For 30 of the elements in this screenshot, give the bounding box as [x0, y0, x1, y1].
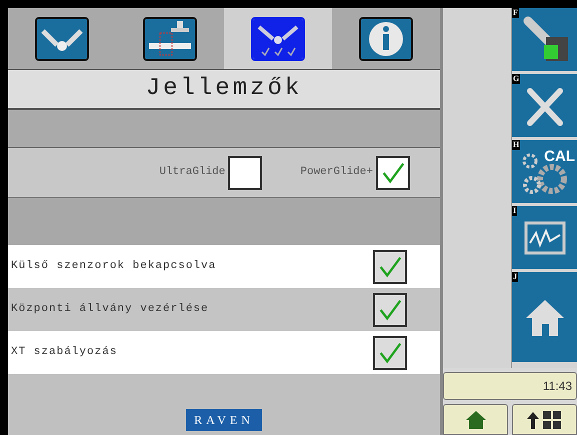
softkey-button[interactable]: F [512, 8, 577, 71]
checkbox[interactable] [228, 156, 262, 190]
key-letter: G [512, 74, 520, 84]
brand-logo: RAVEN [186, 409, 262, 431]
softkey-button[interactable]: I [512, 206, 577, 269]
softkey-button[interactable]: J [512, 272, 577, 362]
softkey-button[interactable]: G [512, 74, 577, 137]
checkbox[interactable] [373, 250, 407, 284]
boom-checkmarks-icon [251, 16, 305, 60]
sprayer-boom-icon [143, 16, 197, 60]
bottom-button[interactable] [512, 404, 577, 435]
key-letter: H [512, 140, 520, 150]
feature-label: Központi állvány vezérlése [11, 302, 209, 318]
softkey-text: CAL [544, 147, 575, 167]
feature-label: Külső szenzorok bekapcsolva [11, 259, 216, 274]
boom-icon [35, 16, 89, 60]
option-label: UltraGlide [159, 165, 226, 180]
option-label: PowerGlide+ [300, 165, 373, 180]
softkey-button[interactable]: CAL H [512, 140, 577, 203]
checkbox[interactable] [376, 156, 410, 190]
checkbox[interactable] [373, 292, 407, 326]
key-letter: J [512, 272, 518, 282]
house-icon [464, 410, 486, 430]
key-letter: I [512, 206, 518, 216]
feature-label: XT szabályozás [11, 345, 118, 360]
checkbox[interactable] [373, 336, 407, 370]
key-letter: F [512, 8, 519, 18]
page-title: Jellemzők [146, 74, 302, 104]
clock-display: 11:43 [443, 372, 577, 400]
info-icon [359, 16, 413, 60]
